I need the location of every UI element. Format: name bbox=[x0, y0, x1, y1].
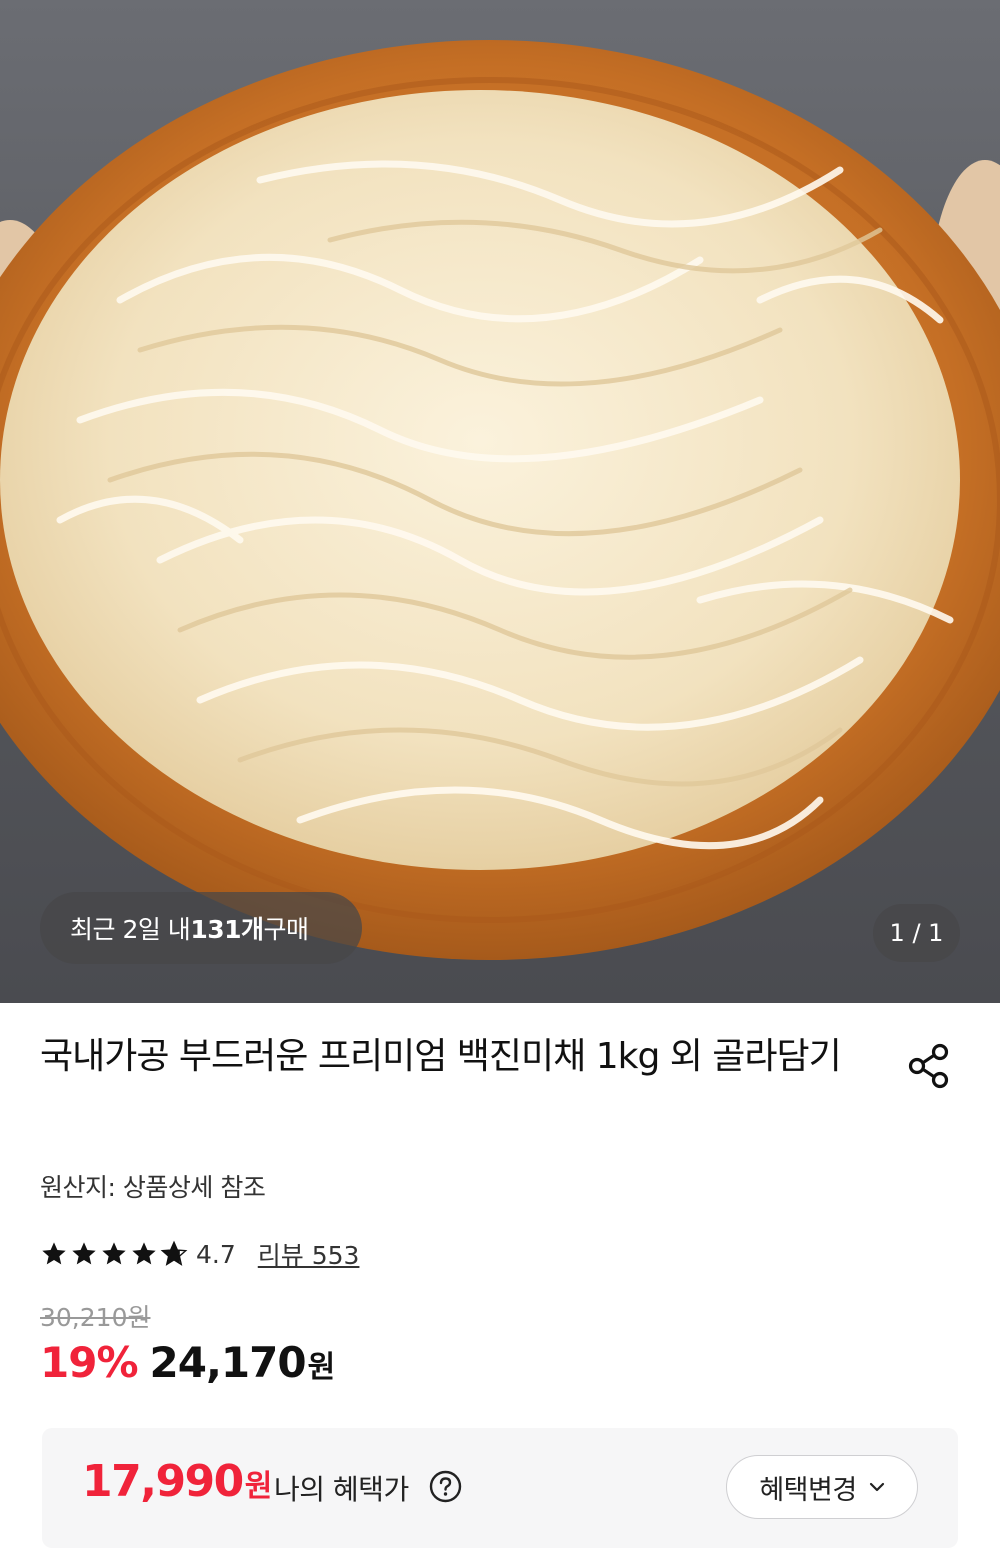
help-button[interactable] bbox=[429, 1470, 462, 1503]
star-half-icon bbox=[160, 1240, 188, 1266]
benefit-price-unit: 원 bbox=[244, 1469, 273, 1504]
star-rating bbox=[40, 1240, 188, 1268]
discount-rate: 19% bbox=[40, 1338, 139, 1387]
original-price: 30,210원 bbox=[40, 1303, 151, 1332]
product-title: 국내가공 부드러운 프리미엄 백진미채 1kg 외 골라담기 bbox=[40, 1036, 842, 1077]
product-image[interactable]: 최근 2일 내 131개 구매 1 / 1 bbox=[0, 0, 1000, 1003]
recent-purchase-badge: 최근 2일 내 131개 구매 bbox=[40, 892, 362, 964]
share-button[interactable] bbox=[904, 1040, 956, 1092]
change-benefit-button[interactable]: 혜택변경 bbox=[726, 1455, 918, 1519]
benefit-price: 17,990 원 bbox=[82, 1456, 272, 1507]
recent-purchase-prefix: 최근 2일 내 bbox=[70, 915, 191, 944]
star-icon bbox=[132, 1242, 156, 1265]
chevron-down-icon bbox=[869, 1482, 884, 1492]
rating-value: 4.7 bbox=[196, 1239, 236, 1269]
benefit-panel: 17,990 원 나의 혜택가 혜택변경 bbox=[42, 1428, 958, 1548]
sale-price: 24,170 bbox=[149, 1338, 307, 1387]
benefit-label: 나의 혜택가 bbox=[274, 1473, 409, 1506]
benefit-price-value: 17,990 bbox=[82, 1456, 244, 1507]
product-photo bbox=[0, 40, 1000, 960]
recent-purchase-suffix: 구매 bbox=[263, 915, 310, 944]
star-icon bbox=[42, 1242, 66, 1265]
review-link[interactable]: 리뷰 553 bbox=[258, 1236, 360, 1272]
rating-row: 4.7 리뷰 553 bbox=[40, 1234, 359, 1274]
question-circle-icon bbox=[429, 1470, 462, 1503]
sale-price-unit: 원 bbox=[307, 1350, 336, 1385]
recent-purchase-count: 131개 bbox=[190, 915, 264, 944]
price-row: 19% 24,170 원 bbox=[40, 1338, 335, 1394]
image-counter: 1 / 1 bbox=[873, 904, 960, 962]
star-icon bbox=[72, 1242, 96, 1265]
change-benefit-label: 혜택변경 bbox=[759, 1474, 857, 1506]
share-icon bbox=[908, 1043, 949, 1089]
star-icon bbox=[102, 1242, 126, 1265]
origin-info: 원산지: 상품상세 참조 bbox=[40, 1173, 266, 1202]
